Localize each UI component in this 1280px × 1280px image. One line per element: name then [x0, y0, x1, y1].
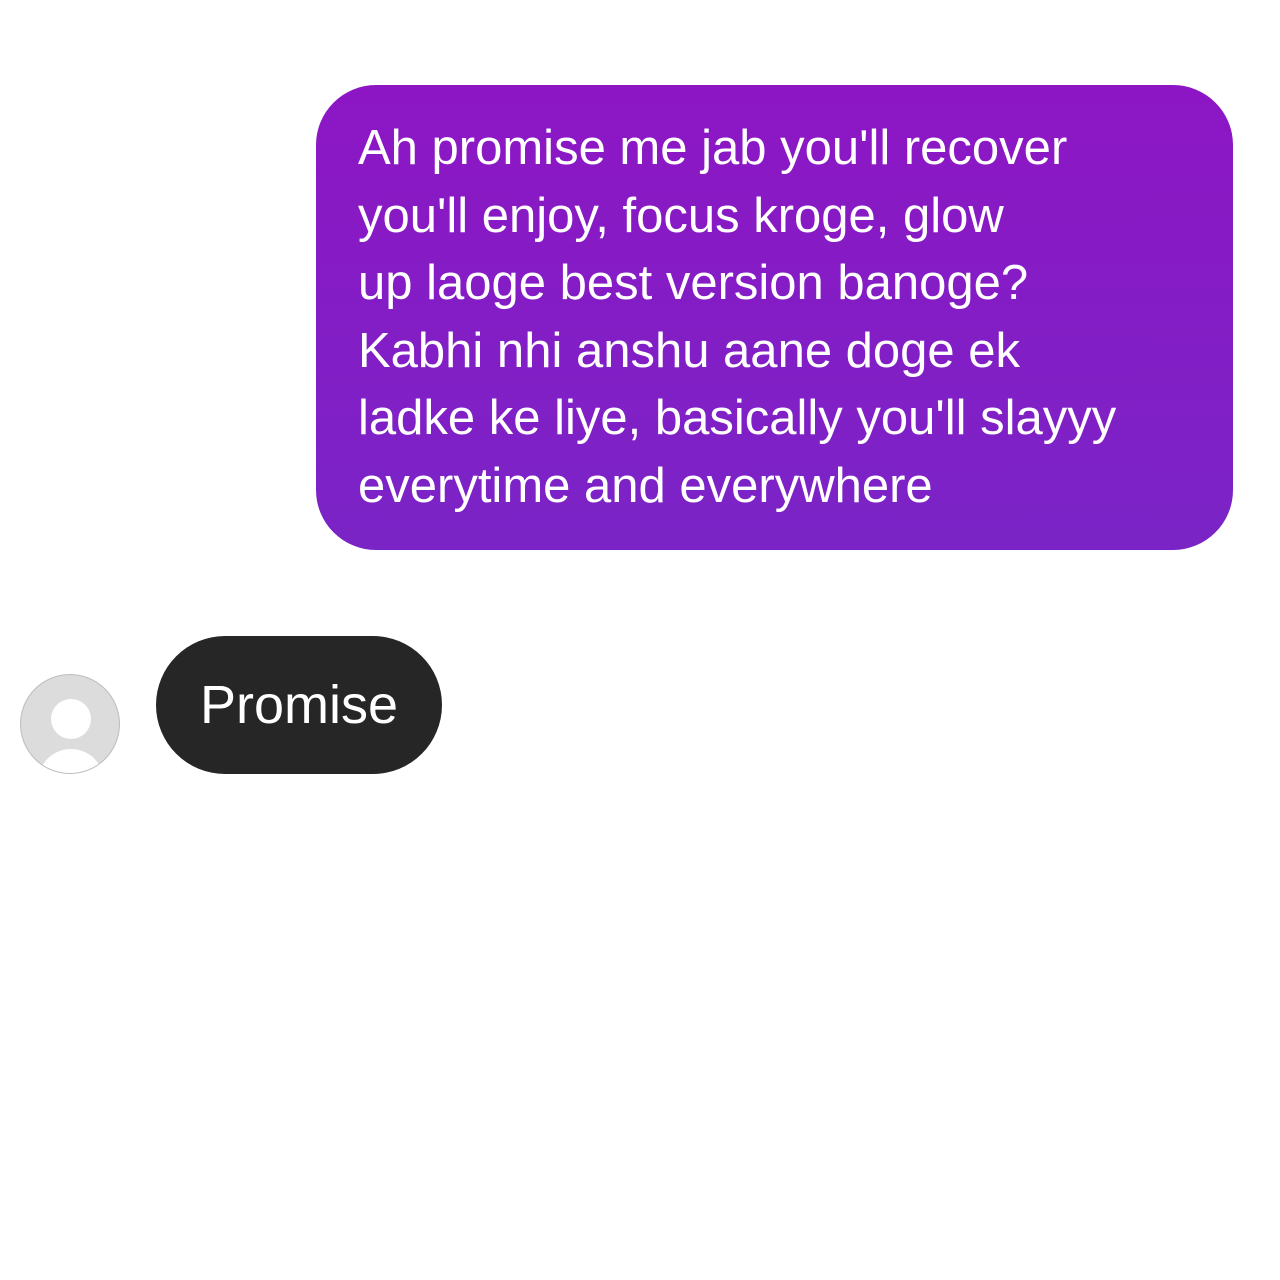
sent-message-line: Kabhi nhi anshu aane doge ek — [358, 323, 1021, 378]
sent-message-line: everytime and everywhere — [358, 458, 933, 513]
sent-message-line: Ah promise me jab you'll recover — [358, 121, 1068, 175]
avatar-shoulders-shape — [38, 749, 104, 773]
sent-message-bubble[interactable]: Ah promise me jab you'll recover you'll … — [316, 85, 1233, 550]
chat-thread: Ah promise me jab you'll recover you'll … — [0, 0, 1280, 1280]
received-message-row: Promise — [0, 636, 1280, 776]
default-user-avatar-icon[interactable] — [20, 674, 120, 774]
sent-message-line: up laoge best version banoge? — [358, 256, 1029, 310]
received-message-bubble[interactable]: Promise — [156, 636, 443, 774]
avatar-head-shape — [51, 699, 91, 739]
received-message-text: Promise — [200, 675, 399, 735]
sent-message-line: you'll enjoy, focus kroge, glow — [358, 188, 1004, 243]
sent-message-line: ladke ke liye, basically you'll slayyy — [358, 391, 1117, 445]
